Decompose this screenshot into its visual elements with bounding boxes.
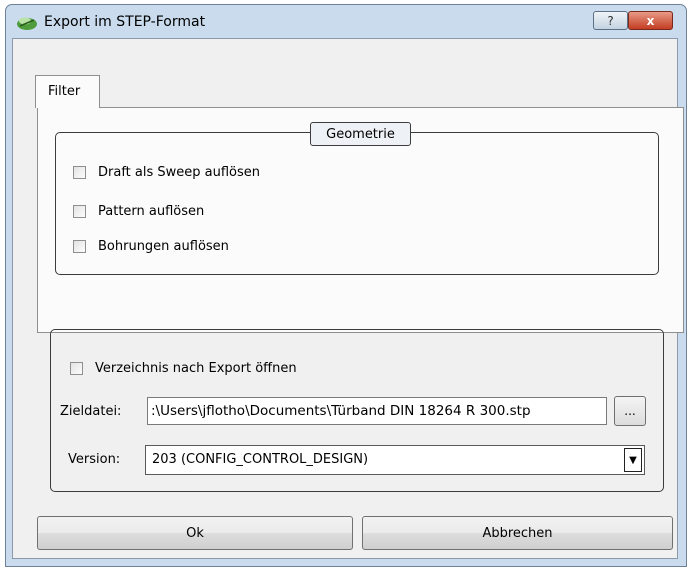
window-title: Export im STEP-Format — [44, 14, 206, 30]
ok-button[interactable]: Ok — [37, 516, 353, 550]
target-file-label: Zieldatei: — [60, 404, 122, 419]
help-button[interactable]: ? — [593, 11, 628, 30]
target-file-input[interactable]: :\Users\jflotho\Documents\Türband DIN 18… — [147, 397, 607, 425]
option-bohrungen[interactable]: Bohrungen auflösen — [73, 239, 229, 254]
dropdown-arrow-icon[interactable]: ▼ — [624, 448, 642, 472]
bohrungen-checkbox[interactable] — [73, 240, 86, 253]
open-folder-checkbox[interactable] — [70, 362, 83, 375]
browse-button[interactable]: ... — [614, 396, 646, 426]
cancel-button[interactable]: Abbrechen — [362, 516, 673, 550]
app-icon — [17, 17, 37, 30]
version-select-value: 203 (CONFIG_CONTROL_DESIGN) — [152, 452, 369, 467]
draft-sweep-label: Draft als Sweep auflösen — [98, 165, 261, 180]
bohrungen-label: Bohrungen auflösen — [98, 239, 229, 254]
geometry-group-title: Geometrie — [310, 122, 411, 146]
filter-tab-panel: Geometrie Draft als Sweep auflösen Patte… — [37, 107, 684, 333]
open-folder-label: Verzeichnis nach Export öffnen — [95, 361, 297, 376]
pattern-checkbox[interactable] — [73, 205, 86, 218]
version-select[interactable]: 203 (CONFIG_CONTROL_DESIGN) ▼ — [145, 445, 645, 475]
pattern-label: Pattern auflösen — [98, 204, 205, 219]
option-open-folder[interactable]: Verzeichnis nach Export öffnen — [70, 361, 297, 376]
help-icon: ? — [607, 13, 614, 28]
draft-sweep-checkbox[interactable] — [73, 166, 86, 179]
option-pattern[interactable]: Pattern auflösen — [73, 204, 204, 219]
tab-filter-label: Filter — [48, 84, 81, 99]
option-draft-sweep[interactable]: Draft als Sweep auflösen — [73, 165, 260, 180]
close-icon: x — [646, 13, 655, 28]
tab-filter[interactable]: Filter — [35, 75, 100, 108]
version-label: Version: — [68, 452, 121, 467]
close-button[interactable]: x — [628, 11, 673, 30]
